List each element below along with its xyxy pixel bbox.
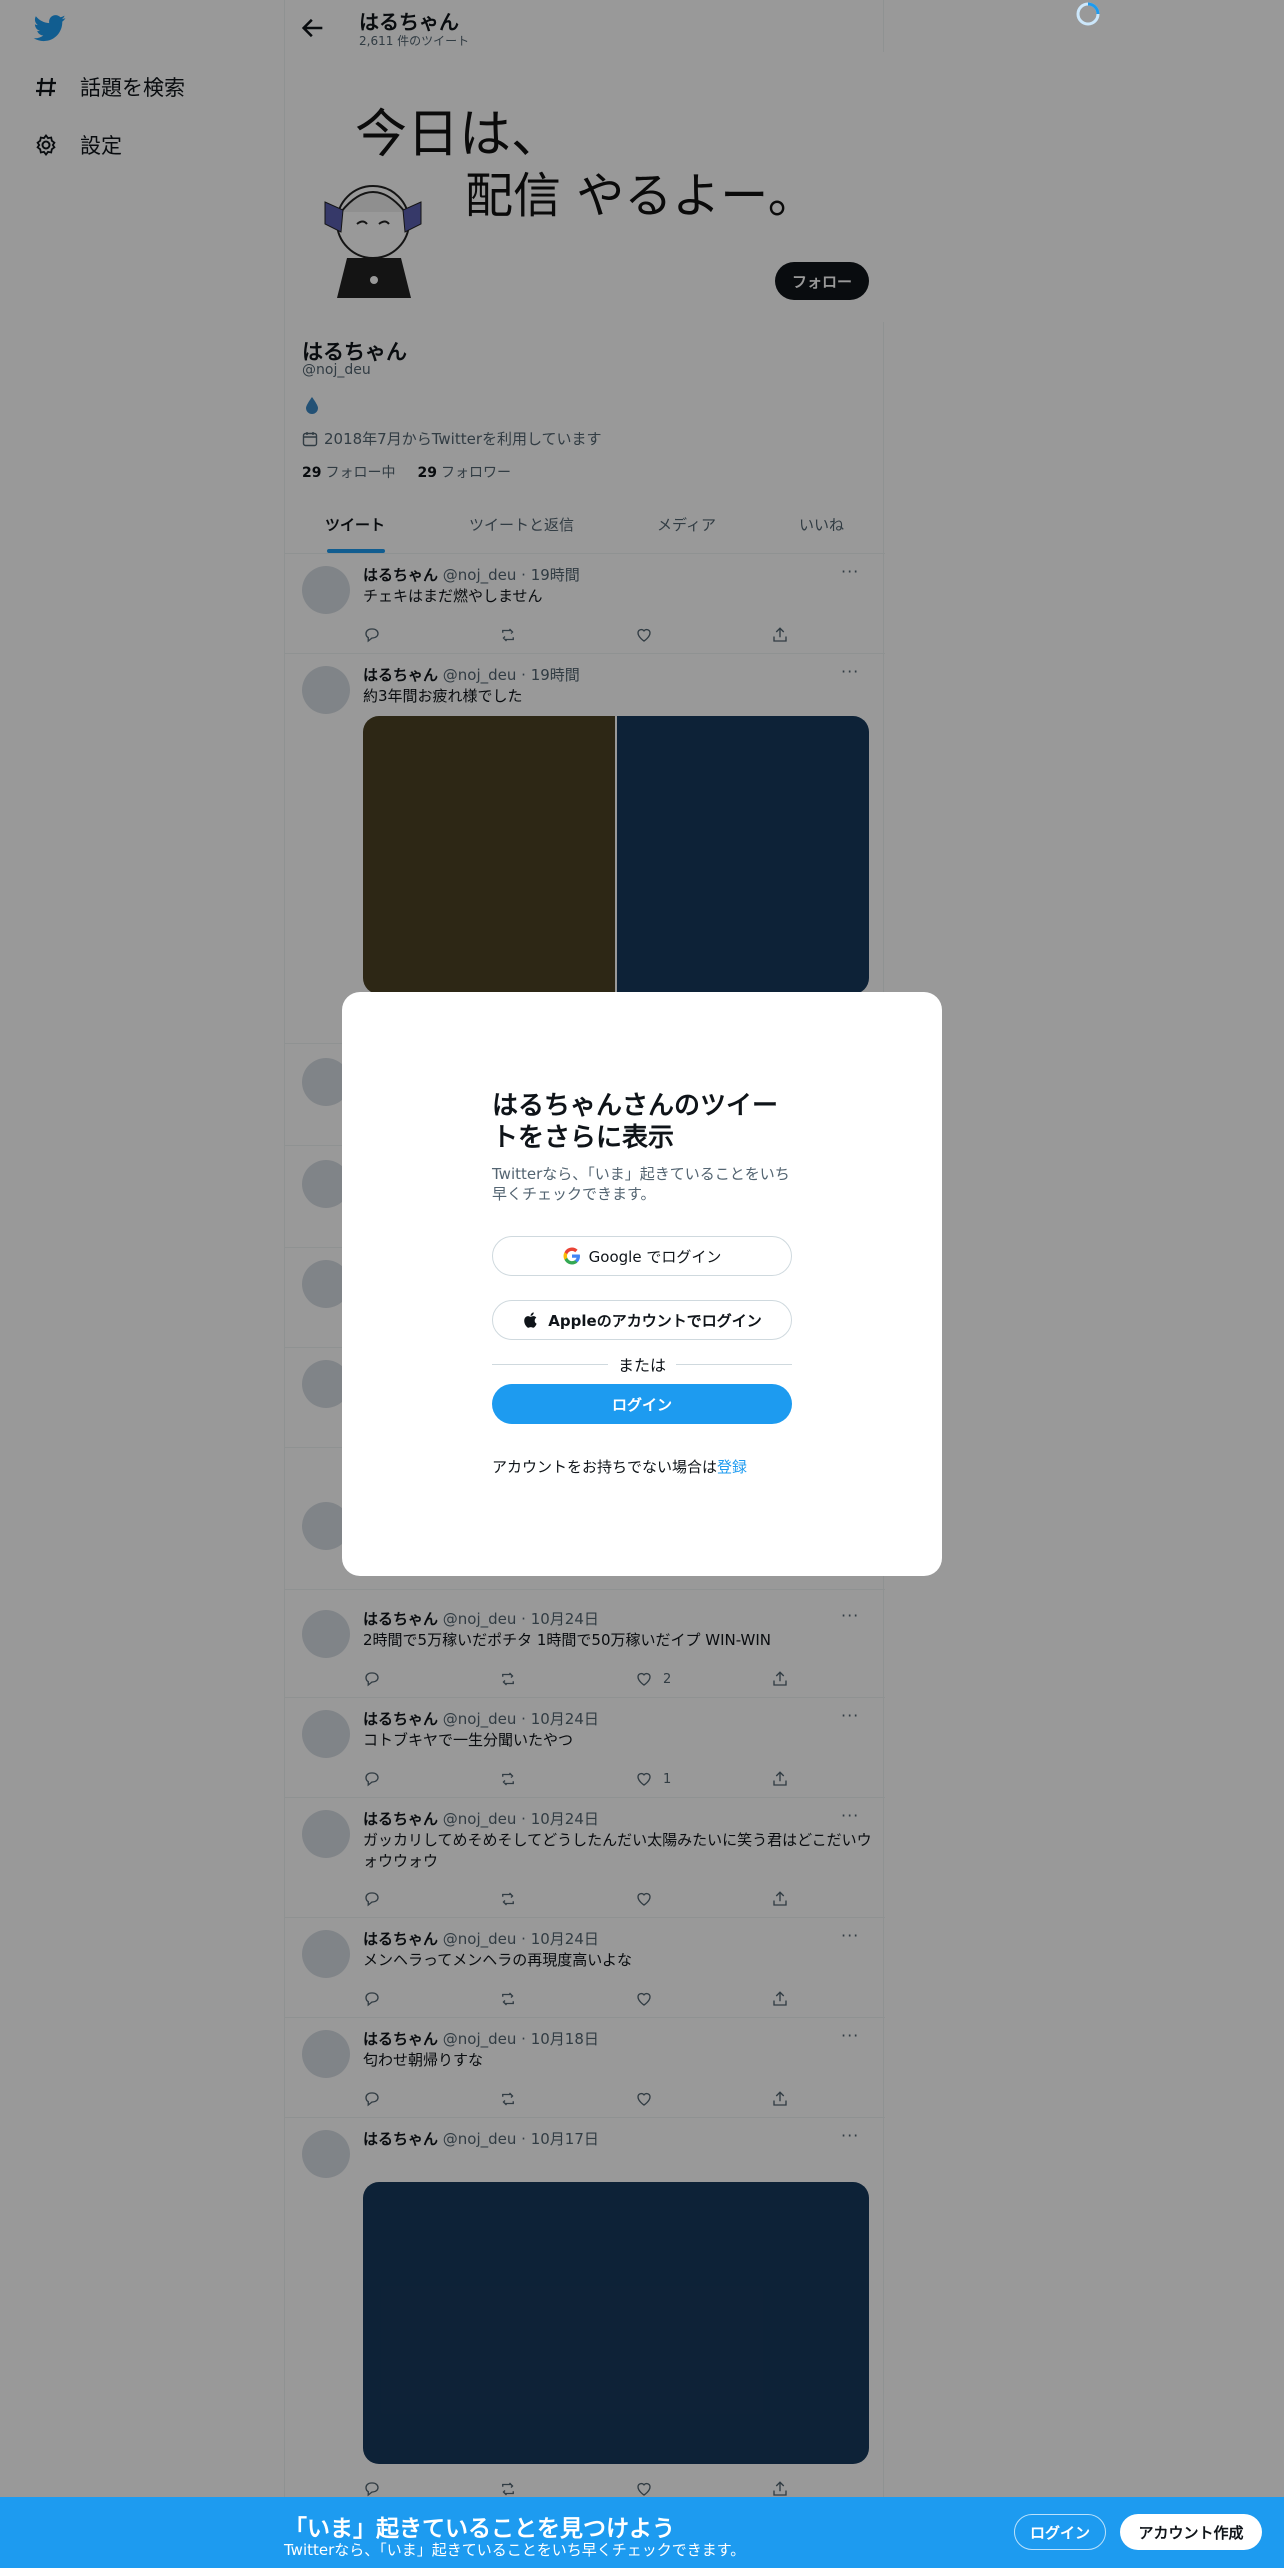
bottom-bar-title: 「いま」起きていることを見つけよう (284, 2516, 675, 2542)
bottom-login-button[interactable]: ログイン (1014, 2514, 1106, 2550)
apple-login-button[interactable]: Appleのアカウントでログイン (492, 1300, 792, 1340)
bottom-signup-button[interactable]: アカウント作成 (1120, 2514, 1262, 2550)
apple-login-label: Appleのアカウントでログイン (548, 1311, 762, 1330)
google-login-label: Google でログイン (588, 1247, 722, 1266)
signup-link[interactable]: 登録 (717, 1458, 747, 1476)
or-divider: または (492, 1352, 793, 1376)
bottom-signup-bar: 「いま」起きていることを見つけよう Twitterなら、「いま」起きていることを… (0, 2497, 1284, 2568)
loading-spinner-icon (1076, 2, 1100, 26)
google-icon (563, 1247, 580, 1265)
bottom-bar-subtitle: Twitterなら、「いま」起きていることをいち早くチェックできます。 (284, 2541, 746, 2559)
modal-subtitle: Twitterなら、「いま」起きていることをいち早くチェックできます。 (492, 1165, 790, 1203)
signup-prompt: アカウントをお持ちでない場合は登録 (492, 1458, 748, 1476)
login-prompt-modal: はるちゃんさんのツイートをさらに表示 Twitterなら、「いま」起きていること… (342, 992, 942, 1576)
apple-icon (524, 1312, 537, 1328)
modal-login-button[interactable]: ログイン (492, 1384, 792, 1424)
google-login-button[interactable]: Google でログイン (492, 1236, 792, 1276)
modal-title: はるちゃんさんのツイートをさらに表示 (492, 1091, 779, 1153)
